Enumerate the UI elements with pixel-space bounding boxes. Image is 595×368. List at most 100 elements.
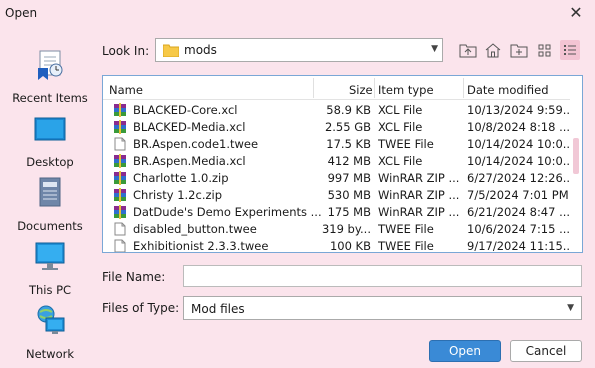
- folder-icon: [163, 44, 179, 57]
- file-size-cell: 2.55 GB: [324, 120, 371, 134]
- list-view-button[interactable]: [535, 40, 555, 60]
- file-date-cell: 10/14/2024 10:0...: [467, 137, 571, 151]
- winrar-icon: [113, 205, 127, 219]
- file-date-cell: 10/13/2024 9:59...: [467, 103, 571, 117]
- file-date-cell: 10/14/2024 10:0...: [467, 154, 571, 168]
- place-documents[interactable]: Documents: [0, 176, 100, 238]
- file-name-label: File Name:: [102, 270, 166, 284]
- file-row[interactable]: BLACKED-Media.xcl 2.55 GB XCL File 10/8/202…: [103, 119, 571, 135]
- winrar-icon: [113, 154, 127, 168]
- file-row[interactable]: Christy 1.2c.zip 530 MB WinRAR ZIP ... 7/5/…: [103, 187, 571, 203]
- desktop-icon: [34, 117, 66, 141]
- file-row[interactable]: BR.Aspen.Media.xcl 412 MB XCL File 10/14/20…: [103, 153, 571, 169]
- close-icon: ✕: [569, 3, 583, 22]
- document-icon: [113, 222, 127, 236]
- file-name-cell: BLACKED-Media.xcl: [133, 120, 246, 134]
- new-folder-icon: [510, 44, 528, 58]
- winrar-icon: [113, 103, 127, 117]
- file-date-cell: 10/6/2024 7:15 ...: [467, 222, 571, 236]
- winrar-icon: [113, 120, 127, 134]
- place-network[interactable]: Network: [0, 304, 100, 366]
- recent-items-icon: [38, 50, 63, 80]
- file-row[interactable]: disabled_button.twee 319 by... TWEE File 10…: [103, 221, 571, 237]
- scrollbar-thumb[interactable]: [573, 138, 579, 174]
- title-bar: Open ✕: [0, 0, 595, 26]
- look-in-combobox[interactable]: mods ▼: [155, 38, 443, 62]
- place-this-pc[interactable]: This PC: [0, 240, 100, 302]
- place-desktop[interactable]: Desktop: [0, 112, 100, 174]
- look-in-value: mods: [184, 43, 217, 57]
- file-date-cell: 6/21/2024 8:47 ...: [467, 205, 571, 219]
- file-date-cell: 7/5/2024 7:01 PM: [467, 188, 569, 202]
- file-date-cell: 6/27/2024 12:26...: [467, 171, 571, 185]
- file-date-cell: 10/8/2024 8:18 ...: [467, 120, 571, 134]
- files-of-type-label: Files of Type:: [102, 301, 180, 315]
- up-folder-icon: [459, 44, 477, 58]
- vertical-scrollbar[interactable]: [570, 76, 582, 252]
- file-date-cell: 9/17/2024 11:15...: [467, 239, 571, 253]
- file-name-input[interactable]: [183, 265, 582, 287]
- file-size-cell: 17.5 KB: [326, 137, 371, 151]
- new-folder-button[interactable]: [509, 40, 529, 60]
- winrar-icon: [113, 188, 127, 202]
- file-list[interactable]: Name Size Item type Date modified BLACKE…: [102, 75, 583, 253]
- file-type-cell: WinRAR ZIP ...: [378, 171, 460, 185]
- file-row[interactable]: Charlotte 1.0.zip 997 MB WinRAR ZIP ... 6/2…: [103, 170, 571, 186]
- close-button[interactable]: ✕: [565, 3, 587, 23]
- file-size-cell: 100 KB: [329, 239, 371, 253]
- chevron-down-icon: ▼: [567, 303, 574, 313]
- home-button[interactable]: [483, 40, 503, 60]
- file-list-header: Name Size Item type Date modified: [103, 76, 571, 100]
- look-in-label: Look In:: [102, 44, 150, 58]
- computer-icon: [35, 242, 65, 270]
- file-row[interactable]: Exhibitionist 2.3.3.twee 100 KB TWEE File 9…: [103, 238, 571, 253]
- column-header-date[interactable]: Date modified: [467, 83, 549, 97]
- home-icon: [485, 43, 501, 58]
- place-label: Recent Items: [12, 91, 88, 105]
- file-name-cell: disabled_button.twee: [133, 222, 257, 236]
- file-type-cell: TWEE File: [378, 137, 434, 151]
- window-title: Open: [5, 6, 38, 20]
- place-label: Documents: [17, 219, 83, 233]
- details-view-icon: [564, 45, 576, 55]
- place-label: This PC: [28, 283, 72, 297]
- file-size-cell: 412 MB: [327, 154, 371, 168]
- file-name-cell: Exhibitionist 2.3.3.twee: [133, 239, 269, 253]
- file-name-cell: BR.Aspen.Media.xcl: [133, 154, 246, 168]
- file-size-cell: 530 MB: [327, 188, 371, 202]
- file-size-cell: 175 MB: [327, 205, 371, 219]
- file-row[interactable]: DatDude's Demo Experiments ... 175 MB WinR…: [103, 204, 571, 220]
- places-bar: Recent Items Desktop Documents This PC N…: [0, 40, 100, 361]
- file-row[interactable]: BLACKED-Core.xcl 58.9 KB XCL File 10/13/202…: [103, 102, 571, 118]
- place-recent-items[interactable]: Recent Items: [0, 48, 100, 110]
- file-type-cell: TWEE File: [378, 222, 434, 236]
- cancel-button[interactable]: Cancel: [510, 340, 582, 362]
- file-type-cell: TWEE File: [378, 239, 434, 253]
- place-label: Desktop: [26, 155, 74, 169]
- chevron-down-icon: ▼: [431, 44, 438, 54]
- file-name-cell: BR.Aspen.code1.twee: [133, 137, 259, 151]
- column-header-type[interactable]: Item type: [378, 83, 434, 97]
- file-name-cell: BLACKED-Core.xcl: [133, 103, 238, 117]
- files-of-type-value: Mod files: [191, 302, 245, 316]
- open-button[interactable]: Open: [429, 340, 501, 362]
- column-header-size[interactable]: Size: [349, 83, 373, 97]
- file-type-cell: XCL File: [378, 154, 423, 168]
- up-folder-button[interactable]: [458, 40, 478, 60]
- file-name-cell: Charlotte 1.0.zip: [133, 171, 229, 185]
- column-header-name[interactable]: Name: [109, 83, 143, 97]
- file-size-cell: 997 MB: [327, 171, 371, 185]
- document-icon: [113, 137, 127, 151]
- file-type-cell: WinRAR ZIP ...: [378, 188, 460, 202]
- file-name-cell: DatDude's Demo Experiments ...: [133, 205, 322, 219]
- files-of-type-combobox[interactable]: Mod files ▼: [183, 296, 582, 320]
- place-label: Network: [25, 347, 75, 361]
- list-view-icon: [538, 44, 551, 57]
- file-type-cell: WinRAR ZIP ...: [378, 205, 460, 219]
- winrar-icon: [113, 171, 127, 185]
- file-name-cell: Christy 1.2c.zip: [133, 188, 223, 202]
- documents-icon: [39, 177, 61, 207]
- details-view-button[interactable]: [560, 40, 580, 60]
- network-icon: [37, 305, 65, 334]
- file-row[interactable]: BR.Aspen.code1.twee 17.5 KB TWEE File 10/14…: [103, 136, 571, 152]
